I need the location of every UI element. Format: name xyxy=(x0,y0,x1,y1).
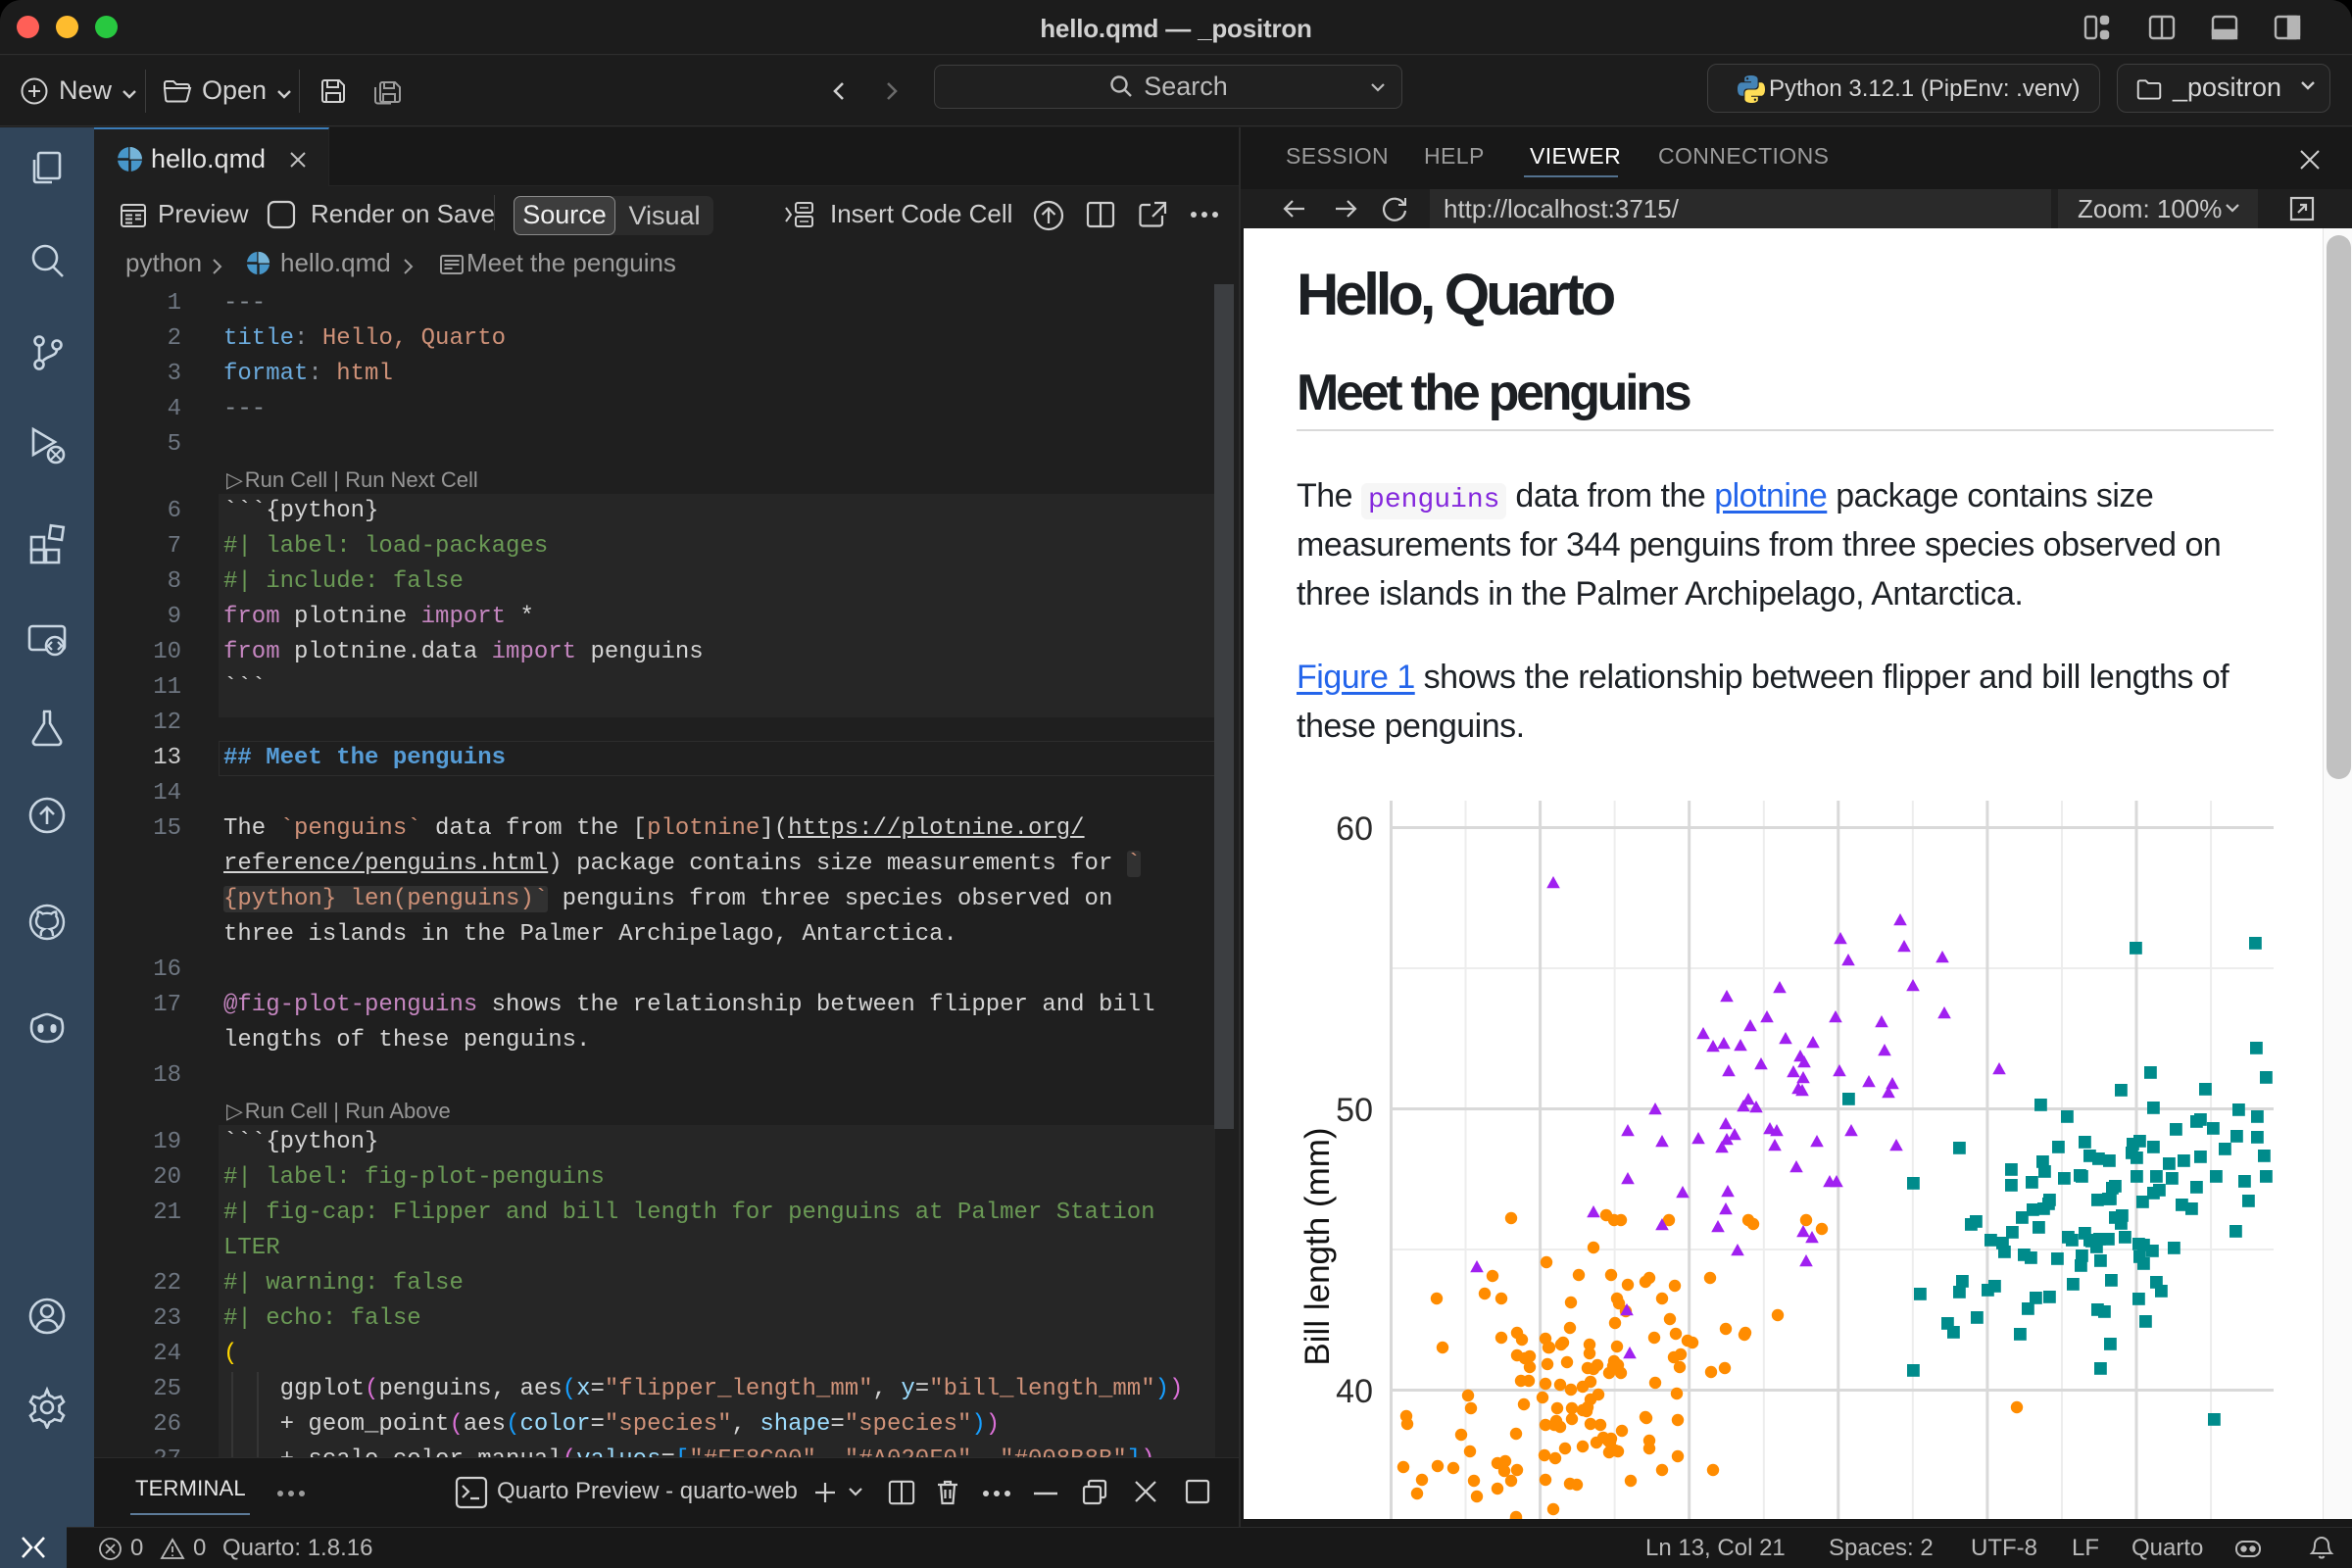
svg-text:Bill length (mm): Bill length (mm) xyxy=(1298,1127,1337,1365)
svg-text:50: 50 xyxy=(1336,1092,1373,1129)
svg-text:40: 40 xyxy=(1336,1373,1373,1410)
svg-text:60: 60 xyxy=(1336,810,1373,848)
